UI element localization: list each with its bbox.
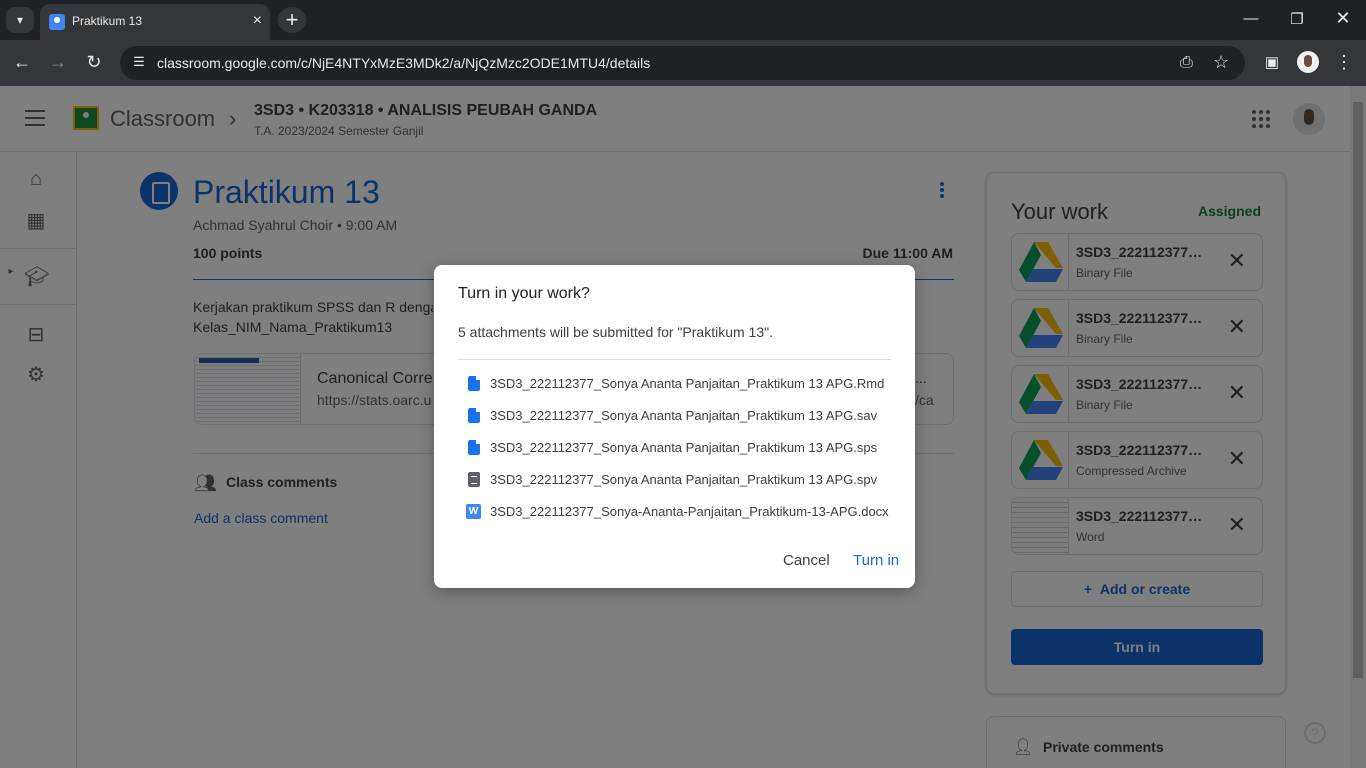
browser-toolbar: ← → ↻ ☰ classroom.google.com/c/NjE4NTYxM… bbox=[0, 40, 1366, 86]
browser-titlebar: ▾ Praktikum 13 × + — ❐ ✕ bbox=[0, 0, 1366, 40]
tab-title: Praktikum 13 bbox=[72, 14, 143, 28]
forward-icon[interactable]: → bbox=[47, 52, 69, 73]
tab-close-icon[interactable]: × bbox=[253, 12, 262, 30]
word-icon: W bbox=[466, 504, 481, 519]
browser-tab[interactable]: Praktikum 13 × bbox=[40, 4, 270, 40]
dialog-file-item: 3SD3_222112377_Sonya Ananta Panjaitan_Pr… bbox=[466, 406, 896, 426]
tab-search-icon[interactable]: ▾ bbox=[6, 7, 34, 33]
turn-in-dialog: Turn in your work? 5 attachments will be… bbox=[434, 265, 915, 588]
dialog-file-name: 3SD3_222112377_Sonya-Ananta-Panjaitan_Pr… bbox=[490, 504, 889, 519]
dialog-file-item: 3SD3_222112377_Sonya Ananta Panjaitan_Pr… bbox=[466, 374, 896, 394]
dialog-file-name: 3SD3_222112377_Sonya Ananta Panjaitan_Pr… bbox=[490, 408, 878, 423]
dialog-file-item: W 3SD3_222112377_Sonya-Ananta-Panjaitan_… bbox=[466, 502, 896, 522]
dialog-divider bbox=[458, 359, 891, 360]
file-icon bbox=[468, 408, 480, 423]
classroom-favicon-icon bbox=[49, 14, 65, 30]
archive-icon bbox=[468, 472, 480, 487]
restore-icon[interactable]: ❐ bbox=[1287, 10, 1307, 28]
dialog-title: Turn in your work? bbox=[458, 285, 590, 302]
dialog-file-item: 3SD3_222112377_Sonya Ananta Panjaitan_Pr… bbox=[466, 438, 896, 458]
dialog-subtitle: 5 attachments will be submitted for "Pra… bbox=[458, 324, 773, 340]
cancel-button[interactable]: Cancel bbox=[783, 552, 830, 569]
dialog-file-name: 3SD3_222112377_Sonya Ananta Panjaitan_Pr… bbox=[490, 376, 885, 391]
new-tab-icon[interactable]: + bbox=[278, 7, 306, 33]
minimize-icon[interactable]: — bbox=[1241, 10, 1261, 27]
address-bar[interactable]: ☰ classroom.google.com/c/NjE4NTYxMzE3MDk… bbox=[120, 46, 1245, 80]
file-icon bbox=[468, 376, 480, 391]
file-icon bbox=[468, 440, 480, 455]
dialog-file-item: 3SD3_222112377_Sonya Ananta Panjaitan_Pr… bbox=[466, 470, 896, 490]
profile-avatar-icon[interactable] bbox=[1297, 51, 1319, 73]
back-icon[interactable]: ← bbox=[11, 52, 33, 73]
site-info-icon[interactable]: ☰ bbox=[130, 54, 148, 72]
url-text[interactable]: classroom.google.com/c/NjE4NTYxMzE3MDk2/… bbox=[157, 55, 650, 71]
dialog-file-name: 3SD3_222112377_Sonya Ananta Panjaitan_Pr… bbox=[490, 472, 878, 487]
confirm-turn-in-button[interactable]: Turn in bbox=[853, 552, 899, 569]
browser-menu-icon[interactable]: ⋮ bbox=[1333, 52, 1355, 73]
install-app-icon[interactable]: ⎙ bbox=[1180, 54, 1193, 72]
window-close-icon[interactable]: ✕ bbox=[1333, 8, 1353, 29]
side-panel-icon[interactable]: ▣ bbox=[1261, 53, 1283, 71]
reload-icon[interactable]: ↻ bbox=[83, 52, 105, 73]
bookmark-star-icon[interactable]: ☆ bbox=[1213, 52, 1229, 73]
dialog-file-name: 3SD3_222112377_Sonya Ananta Panjaitan_Pr… bbox=[490, 440, 878, 455]
